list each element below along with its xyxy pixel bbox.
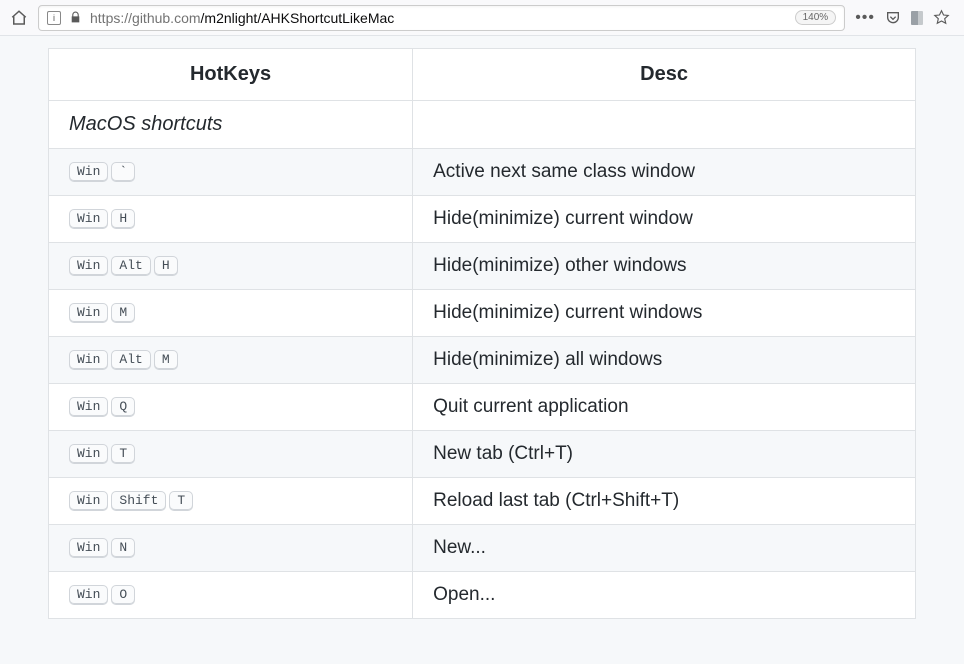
desc-cell: New tab (Ctrl+T) — [413, 431, 916, 478]
key-badge: Shift — [111, 491, 166, 511]
key-badge: T — [111, 444, 135, 464]
key-badge: M — [154, 350, 178, 370]
pocket-icon[interactable] — [885, 10, 901, 26]
key-badge: Alt — [111, 350, 150, 370]
table-row: WinAltHHide(minimize) other windows — [49, 243, 916, 290]
key-badge: T — [169, 491, 193, 511]
key-badge: Win — [69, 397, 108, 417]
key-badge: Win — [69, 209, 108, 229]
key-badge: Win — [69, 538, 108, 558]
home-icon[interactable] — [10, 9, 28, 27]
hotkeys-cell: WinM — [49, 290, 413, 337]
hotkeys-cell: WinAltH — [49, 243, 413, 290]
section-title: MacOS shortcuts — [49, 101, 413, 149]
column-header-desc: Desc — [413, 49, 916, 101]
desc-cell: Reload last tab (Ctrl+Shift+T) — [413, 478, 916, 525]
shortcuts-table: HotKeys Desc MacOS shortcuts Win`Active … — [48, 48, 916, 619]
more-icon[interactable]: ••• — [855, 9, 875, 27]
browser-toolbar: i https://github.com/m2nlight/AHKShortcu… — [0, 0, 964, 36]
desc-cell: Active next same class window — [413, 149, 916, 196]
hotkeys-cell: WinO — [49, 572, 413, 619]
key-badge: N — [111, 538, 135, 558]
key-badge: H — [154, 256, 178, 276]
table-row: WinTNew tab (Ctrl+T) — [49, 431, 916, 478]
section-empty — [413, 101, 916, 149]
desc-cell: Hide(minimize) other windows — [413, 243, 916, 290]
key-badge: Win — [69, 350, 108, 370]
key-badge: ` — [111, 162, 135, 182]
table-row: WinAltMHide(minimize) all windows — [49, 337, 916, 384]
hotkeys-cell: WinAltM — [49, 337, 413, 384]
table-row: WinShiftTReload last tab (Ctrl+Shift+T) — [49, 478, 916, 525]
key-badge: Win — [69, 491, 108, 511]
hotkeys-cell: WinT — [49, 431, 413, 478]
hotkeys-cell: WinQ — [49, 384, 413, 431]
key-badge: Win — [69, 444, 108, 464]
desc-cell: Quit current application — [413, 384, 916, 431]
desc-cell: Hide(minimize) all windows — [413, 337, 916, 384]
key-badge: Win — [69, 585, 108, 605]
desc-cell: Open... — [413, 572, 916, 619]
table-row: WinQQuit current application — [49, 384, 916, 431]
key-badge: Win — [69, 162, 108, 182]
desc-cell: New... — [413, 525, 916, 572]
section-header-row: MacOS shortcuts — [49, 101, 916, 149]
table-row: WinMHide(minimize) current windows — [49, 290, 916, 337]
url-text: https://github.com/m2nlight/AHKShortcutL… — [90, 10, 787, 26]
table-row: WinNNew... — [49, 525, 916, 572]
page-content: HotKeys Desc MacOS shortcuts Win`Active … — [0, 36, 964, 619]
key-badge: O — [111, 585, 135, 605]
table-row: WinHHide(minimize) current window — [49, 196, 916, 243]
table-row: WinOOpen... — [49, 572, 916, 619]
key-badge: Win — [69, 303, 108, 323]
site-info-icon[interactable]: i — [47, 11, 61, 25]
lock-icon — [69, 11, 82, 24]
zoom-badge[interactable]: 140% — [795, 10, 837, 25]
table-row: Win`Active next same class window — [49, 149, 916, 196]
key-badge: Q — [111, 397, 135, 417]
hotkeys-cell: WinH — [49, 196, 413, 243]
library-icon[interactable] — [911, 11, 923, 25]
bookmark-star-icon[interactable] — [933, 9, 950, 26]
toolbar-right-icons: ••• — [855, 9, 954, 27]
key-badge: Win — [69, 256, 108, 276]
column-header-hotkeys: HotKeys — [49, 49, 413, 101]
desc-cell: Hide(minimize) current window — [413, 196, 916, 243]
desc-cell: Hide(minimize) current windows — [413, 290, 916, 337]
hotkeys-cell: Win` — [49, 149, 413, 196]
key-badge: M — [111, 303, 135, 323]
hotkeys-cell: WinN — [49, 525, 413, 572]
hotkeys-cell: WinShiftT — [49, 478, 413, 525]
key-badge: H — [111, 209, 135, 229]
url-bar[interactable]: i https://github.com/m2nlight/AHKShortcu… — [38, 5, 845, 31]
key-badge: Alt — [111, 256, 150, 276]
